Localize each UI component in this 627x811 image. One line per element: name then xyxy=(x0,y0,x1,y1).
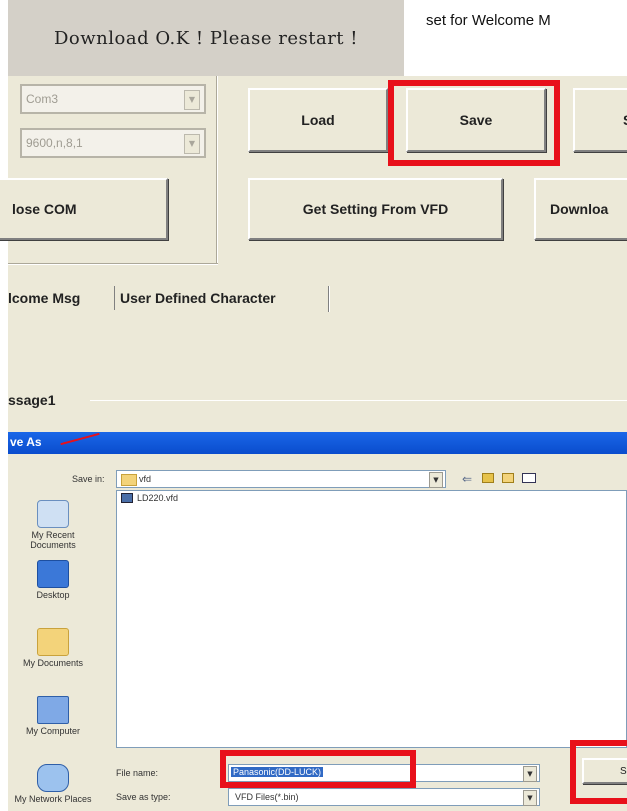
highlight-box xyxy=(220,750,416,788)
recent-documents-icon xyxy=(37,500,69,528)
new-folder-icon[interactable] xyxy=(502,473,514,483)
save-as-dialog: ve As Save in: vfd ▼ ⇐ My Recent Documen… xyxy=(8,432,627,811)
folder-icon xyxy=(121,474,137,486)
desktop-icon xyxy=(37,560,69,588)
file-item[interactable]: LD220.vfd xyxy=(137,493,178,503)
file-list[interactable]: LD220.vfd xyxy=(116,490,627,748)
baud-select[interactable]: 9600,n,8,1 ▼ xyxy=(20,128,206,158)
baud-value: 9600,n,8,1 xyxy=(26,136,83,150)
save-in-label: Save in: xyxy=(72,474,105,484)
dialog-title: ve As xyxy=(10,435,42,449)
view-menu-icon[interactable] xyxy=(522,473,536,483)
download-button[interactable]: Downloa xyxy=(534,178,627,240)
place-label: My Network Places xyxy=(14,794,92,804)
tab-user-defined-character[interactable]: User Defined Character xyxy=(120,290,276,306)
chevron-down-icon[interactable]: ▼ xyxy=(184,90,200,110)
places-bar: My Recent Documents Desktop My Documents… xyxy=(8,488,106,811)
chevron-down-icon[interactable]: ▼ xyxy=(523,790,537,806)
my-documents-icon xyxy=(37,628,69,656)
group-line xyxy=(90,400,627,401)
tab-welcome-msg[interactable]: lcome Msg xyxy=(8,290,80,306)
place-my-network-places[interactable]: My Network Places xyxy=(8,764,98,804)
status-message: Download O.K ! Please restart ! xyxy=(53,27,358,49)
place-my-recent-documents[interactable]: My Recent Documents xyxy=(8,500,98,550)
chevron-down-icon[interactable]: ▼ xyxy=(184,134,200,154)
highlight-box xyxy=(388,80,560,166)
close-com-button[interactable]: lose COM xyxy=(0,178,168,240)
caption-text: set for Welcome M xyxy=(426,12,551,29)
save-type-select[interactable]: VFD Files(*.bin) ▼ xyxy=(228,788,540,806)
file-icon xyxy=(121,493,133,503)
chevron-down-icon[interactable]: ▼ xyxy=(523,766,537,782)
place-label: My Recent Documents xyxy=(30,530,76,550)
place-my-computer[interactable]: My Computer xyxy=(8,696,98,736)
place-label: My Computer xyxy=(25,726,80,736)
save-in-select[interactable]: vfd ▼ xyxy=(116,470,446,488)
get-setting-button[interactable]: Get Setting From VFD xyxy=(248,178,503,240)
vfd-tool-window: Com3 ▼ 9600,n,8,1 ▼ Load Save S lose COM… xyxy=(0,76,627,436)
place-label: My Documents xyxy=(22,658,84,668)
up-folder-icon[interactable] xyxy=(482,473,494,483)
tab-separator xyxy=(114,286,115,310)
highlight-box xyxy=(570,740,627,804)
place-label: Desktop xyxy=(36,590,70,600)
place-desktop[interactable]: Desktop xyxy=(8,560,98,600)
partial-button[interactable]: S xyxy=(573,88,627,152)
save-type-label: Save as type: xyxy=(116,792,171,802)
load-button[interactable]: Load xyxy=(248,88,388,152)
status-banner: Download O.K ! Please restart ! xyxy=(8,0,404,76)
save-type-value: VFD Files(*.bin) xyxy=(235,792,299,802)
file-name-label: File name: xyxy=(116,768,159,778)
group-divider xyxy=(8,263,218,265)
tab-separator xyxy=(328,286,330,312)
group-divider xyxy=(216,76,218,264)
dialog-titlebar: ve As xyxy=(8,432,627,454)
com-port-value: Com3 xyxy=(26,92,59,106)
back-icon[interactable]: ⇐ xyxy=(462,472,472,486)
save-in-value: vfd xyxy=(139,474,152,484)
network-places-icon xyxy=(37,764,69,792)
com-port-select[interactable]: Com3 ▼ xyxy=(20,84,206,114)
message-group-label: ssage1 xyxy=(8,392,56,408)
place-my-documents[interactable]: My Documents xyxy=(8,628,98,668)
my-computer-icon xyxy=(37,696,69,724)
chevron-down-icon[interactable]: ▼ xyxy=(429,472,443,488)
